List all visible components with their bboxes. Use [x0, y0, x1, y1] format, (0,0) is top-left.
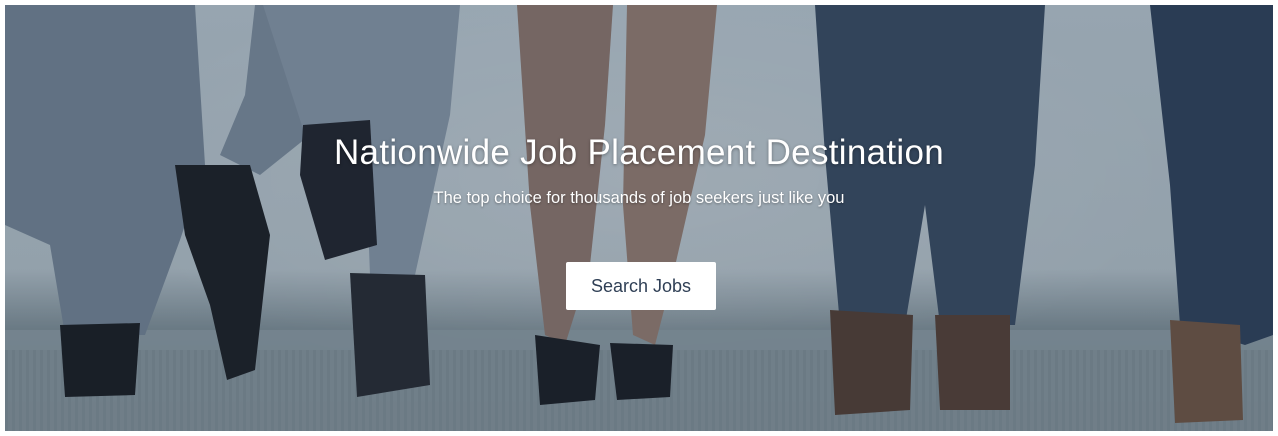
hero-subtitle: The top choice for thousands of job seek… [433, 189, 845, 207]
search-jobs-button[interactable]: Search Jobs [566, 262, 716, 310]
hero-content: Nationwide Job Placement Destination The… [5, 5, 1273, 431]
hero-title: Nationwide Job Placement Destination [333, 133, 945, 172]
hero-banner: Nationwide Job Placement Destination The… [5, 5, 1273, 431]
